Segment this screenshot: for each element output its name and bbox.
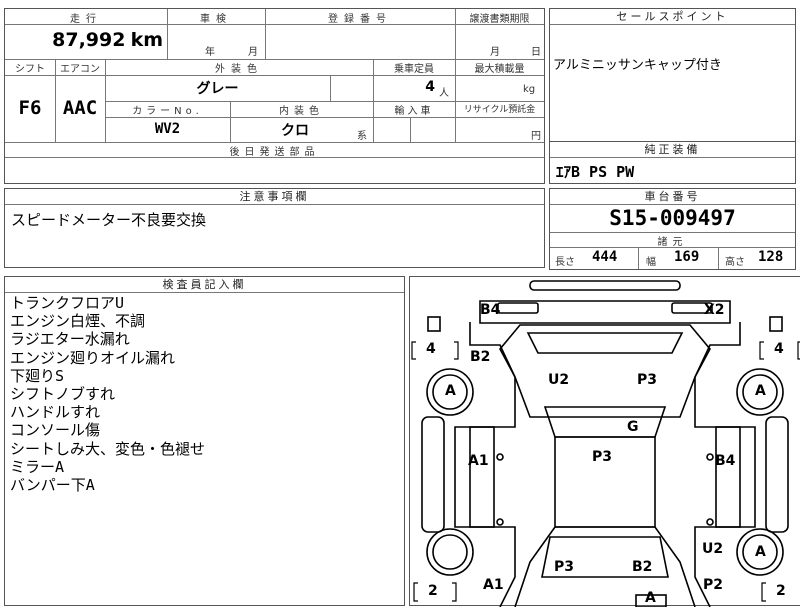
chassis-label: 車台番号 [550,189,795,205]
vehicle-info-grid: 走行 車検 登録番号 譲渡書類期限 87,992 km 年 月 月 日 シフト … [4,8,545,184]
mark-p3-center: P3 [592,449,613,465]
shift-label: シフト [15,64,45,75]
mark-wheel-left-top: A [445,383,456,399]
registration-label: 登録番号 [328,14,392,25]
ac-value: AAC [62,97,98,119]
recycle-unit: 円 [531,131,541,142]
chassis-box: 車台番号 S15-009497 諸元 長さ 444 幅 169 高さ 128 [549,188,796,270]
inspector-note: シートしみ大、変色・色褪せ [10,439,206,458]
sales-point-box: セールスポイント アルミニッサンキャップ付き [549,8,796,144]
capacity-label: 乗車定員 [394,64,434,75]
inspector-note: 下廻りS [10,366,65,385]
spec-label: 諸元 [657,237,688,248]
mark-g: G [627,419,639,435]
inspector-note: シフトノブすれ [10,385,116,404]
notes-box: 注意事項欄 スピードメーター不良要交換 [4,188,545,268]
height-label: 高さ [725,257,745,268]
color-no-label: カラーNo. [132,106,203,117]
transfer-month-unit: 月 [490,47,500,58]
mark-p2: P2 [703,577,724,593]
mark-b2-left: B2 [470,349,491,365]
interior-value: クロ [281,123,309,139]
equipment-label: 純正装備 [550,142,795,158]
later-parts-label: 後日発送部品 [229,147,320,158]
inspector-note: エンジン廻りオイル漏れ [10,348,176,367]
inspector-note: バンパー下A [10,476,95,495]
car-outline-graphic [411,280,800,607]
sales-point-label: セールスポイント [550,9,795,25]
car-diagram: B4 X2 4 4 2 2 B2 A A A U2 P3 G P3 A1 B4 … [409,276,800,607]
exterior-label: 外装色 [215,64,263,75]
tire-front-right-value: 2 [776,583,786,599]
mileage-unit: km [130,29,163,51]
inspector-note: エンジン白煙、不調 [10,312,146,331]
import-label: 輸入車 [394,106,434,117]
capacity-value: 4 [425,79,435,95]
load-unit: kg [523,84,536,95]
ac-label: エアコン [60,64,100,75]
interior-label: 内装色 [279,106,324,117]
interior-suffix: 系 [357,131,367,142]
mark-p3-top: P3 [637,372,658,388]
equipment-text: ｴｱB PS PW [556,163,635,181]
mileage-value: 87,992 [52,29,126,51]
capacity-unit: 人 [439,88,449,99]
tire-rear-left-value: 4 [426,341,436,357]
mark-b2-bottom: B2 [632,559,653,575]
mark-u2-top: U2 [548,372,570,388]
inspector-note: トランクフロアU [10,294,125,312]
mark-b4-right: B4 [715,453,736,469]
inspector-notes-list: トランクフロアU エンジン白煙、不調 ラジエター水漏れ エンジン廻りオイル漏れ … [10,294,205,494]
mark-x2: X2 [704,302,725,318]
inspection-month-unit: 月 [248,47,258,58]
mark-wheel-right-bottom: A [755,544,766,560]
inspector-note: ラジエター水漏れ [10,330,130,349]
mark-a1-bottom: A1 [483,577,504,593]
width-label: 幅 [646,257,656,268]
notes-text: スピードメーター不良要交換 [11,211,207,229]
tire-rear-right-value: 4 [774,341,784,357]
exterior-value: グレー [196,81,239,97]
load-label: 最大積載量 [474,64,525,75]
shift-value: F6 [18,97,42,119]
inspector-box: 検査員記入欄 トランクフロアU エンジン白煙、不調 ラジエター水漏れ エンジン廻… [4,276,405,606]
length-label: 長さ [555,257,575,268]
mark-a1-left: A1 [468,453,489,469]
inspection-label: 車検 [200,14,232,25]
sales-point-text: アルミニッサンキャップ付き [553,58,722,73]
mileage-label: 走行 [70,14,102,25]
notes-label: 注意事項欄 [5,189,544,205]
inspector-note: ハンドルすれ [10,403,101,422]
mark-a-front: A [645,590,656,606]
inspector-label: 検査員記入欄 [5,277,404,293]
mark-b4-top: B4 [480,302,501,318]
transfer-label: 譲渡書類期限 [469,14,530,25]
equipment-box: 純正装備 ｴｱB PS PW [549,141,796,184]
tire-front-left-value: 2 [428,583,438,599]
mark-wheel-right-top: A [755,383,766,399]
inspector-note: コンソール傷 [10,421,101,440]
color-no-value: WV2 [154,121,181,137]
transfer-day-unit: 日 [531,47,541,58]
width-value: 169 [674,249,700,265]
recycle-label: リサイクル預託金 [463,105,536,115]
chassis-value: S15-009497 [609,206,736,230]
mileage-field: 87,992 km [5,29,163,51]
length-value: 444 [592,249,618,265]
mark-u2-right: U2 [702,541,724,557]
inspector-note: ミラーA [10,457,65,476]
inspection-year-unit: 年 [205,47,215,58]
height-value: 128 [758,249,784,265]
mark-p3-bottom: P3 [554,559,575,575]
